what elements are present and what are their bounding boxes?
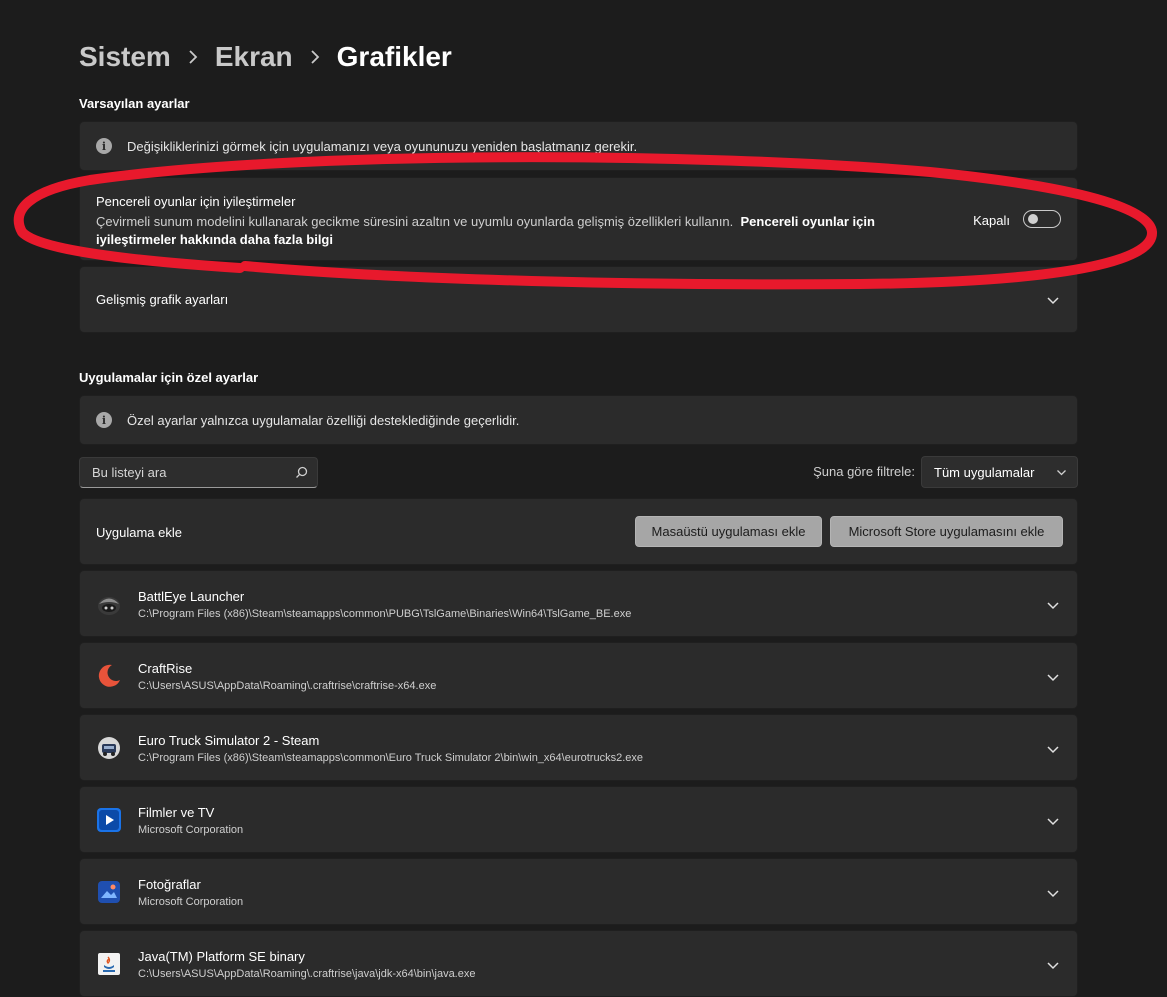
ets2-icon bbox=[98, 737, 120, 759]
section-title-apps: Uygulamalar için özel ayarlar bbox=[79, 370, 259, 385]
app-path: Microsoft Corporation bbox=[138, 824, 244, 836]
app-item-java[interactable]: Java(TM) Platform SE binary C:\Users\ASU… bbox=[79, 930, 1078, 997]
add-desktop-app-button[interactable]: Masaüstü uygulaması ekle bbox=[635, 516, 822, 547]
restart-info-text: Değişikliklerinizi görmek için uygulaman… bbox=[127, 138, 638, 154]
photos-icon bbox=[98, 881, 120, 903]
app-name: BattlEye Launcher bbox=[138, 589, 245, 604]
apps-info-text: Özel ayarlar yalnızca uygulamalar özelli… bbox=[127, 412, 520, 428]
chevron-down-icon bbox=[1057, 470, 1066, 476]
app-path: C:\Users\ASUS\AppData\Roaming\.craftrise… bbox=[138, 968, 476, 980]
chevron-down-icon bbox=[1047, 818, 1059, 826]
add-app-card: Uygulama ekle Masaüstü uygulaması ekle M… bbox=[79, 498, 1078, 565]
battleye-icon bbox=[98, 597, 120, 615]
app-name: Fotoğraflar bbox=[138, 877, 201, 892]
app-item-movies-tv[interactable]: Filmler ve TV Microsoft Corporation bbox=[79, 786, 1078, 853]
app-item-photos[interactable]: Fotoğraflar Microsoft Corporation bbox=[79, 858, 1078, 925]
app-path: Microsoft Corporation bbox=[138, 896, 244, 908]
add-store-app-button[interactable]: Microsoft Store uygulamasını ekle bbox=[830, 516, 1063, 547]
java-icon bbox=[98, 953, 120, 975]
restart-info-card: i Değişikliklerinizi görmek için uygulam… bbox=[79, 121, 1078, 171]
chevron-down-icon bbox=[1047, 602, 1059, 610]
info-icon: i bbox=[96, 412, 112, 428]
section-title-default: Varsayılan ayarlar bbox=[79, 96, 190, 111]
app-path: C:\Users\ASUS\AppData\Roaming\.craftrise… bbox=[138, 680, 437, 692]
search-input[interactable] bbox=[90, 464, 284, 481]
app-name: Java(TM) Platform SE binary bbox=[138, 949, 305, 964]
app-item-battleye[interactable]: BattlEye Launcher C:\Program Files (x86)… bbox=[79, 570, 1078, 637]
page-title: Grafikler bbox=[336, 41, 452, 72]
chevron-down-icon bbox=[1047, 890, 1059, 898]
add-app-label: Uygulama ekle bbox=[96, 525, 182, 540]
apps-info-card: i Özel ayarlar yalnızca uygulamalar özel… bbox=[79, 395, 1078, 445]
search-box bbox=[79, 457, 318, 488]
windowed-games-toggle[interactable] bbox=[1023, 210, 1061, 228]
app-name: Euro Truck Simulator 2 - Steam bbox=[138, 733, 320, 748]
app-name: CraftRise bbox=[138, 661, 193, 676]
breadcrumb-item-ekran[interactable]: Ekran bbox=[215, 41, 293, 73]
toggle-state-label: Kapalı bbox=[973, 213, 1010, 228]
app-name: Filmler ve TV bbox=[138, 805, 215, 820]
filter-value: Tüm uygulamalar bbox=[934, 464, 1035, 480]
chevron-down-icon bbox=[1047, 746, 1059, 754]
windowed-games-title: Pencereli oyunlar için iyileştirmeler bbox=[96, 194, 296, 209]
search-icon[interactable] bbox=[295, 466, 308, 479]
windowed-games-card: Pencereli oyunlar için iyileştirmeler Çe… bbox=[79, 177, 1078, 261]
toggle-knob bbox=[1028, 214, 1038, 224]
filter-dropdown[interactable]: Tüm uygulamalar bbox=[921, 456, 1078, 488]
advanced-graphics-expander[interactable]: Gelişmiş grafik ayarları bbox=[79, 266, 1078, 333]
app-path: C:\Program Files (x86)\Steam\steamapps\c… bbox=[138, 752, 643, 764]
chevron-right-icon bbox=[293, 50, 337, 64]
chevron-down-icon bbox=[1047, 674, 1059, 682]
chevron-down-icon bbox=[1047, 962, 1059, 970]
windowed-games-description: Çevirmeli sunum modelini kullanarak geci… bbox=[96, 213, 946, 249]
breadcrumb: Sistem Ekran Grafikler bbox=[79, 36, 452, 78]
breadcrumb-item-sistem[interactable]: Sistem bbox=[79, 41, 171, 73]
craftrise-icon bbox=[98, 664, 120, 687]
chevron-down-icon bbox=[1047, 296, 1059, 304]
app-item-craftrise[interactable]: CraftRise C:\Users\ASUS\AppData\Roaming\… bbox=[79, 642, 1078, 709]
filter-label: Şuna göre filtrele: bbox=[813, 464, 915, 479]
windowed-games-desc-text: Çevirmeli sunum modelini kullanarak geci… bbox=[96, 214, 734, 229]
movies-tv-icon bbox=[97, 808, 121, 832]
chevron-right-icon bbox=[171, 50, 215, 64]
info-icon: i bbox=[96, 138, 112, 154]
advanced-graphics-label: Gelişmiş grafik ayarları bbox=[96, 292, 229, 307]
app-item-ets2[interactable]: Euro Truck Simulator 2 - Steam C:\Progra… bbox=[79, 714, 1078, 781]
app-path: C:\Program Files (x86)\Steam\steamapps\c… bbox=[138, 608, 632, 620]
